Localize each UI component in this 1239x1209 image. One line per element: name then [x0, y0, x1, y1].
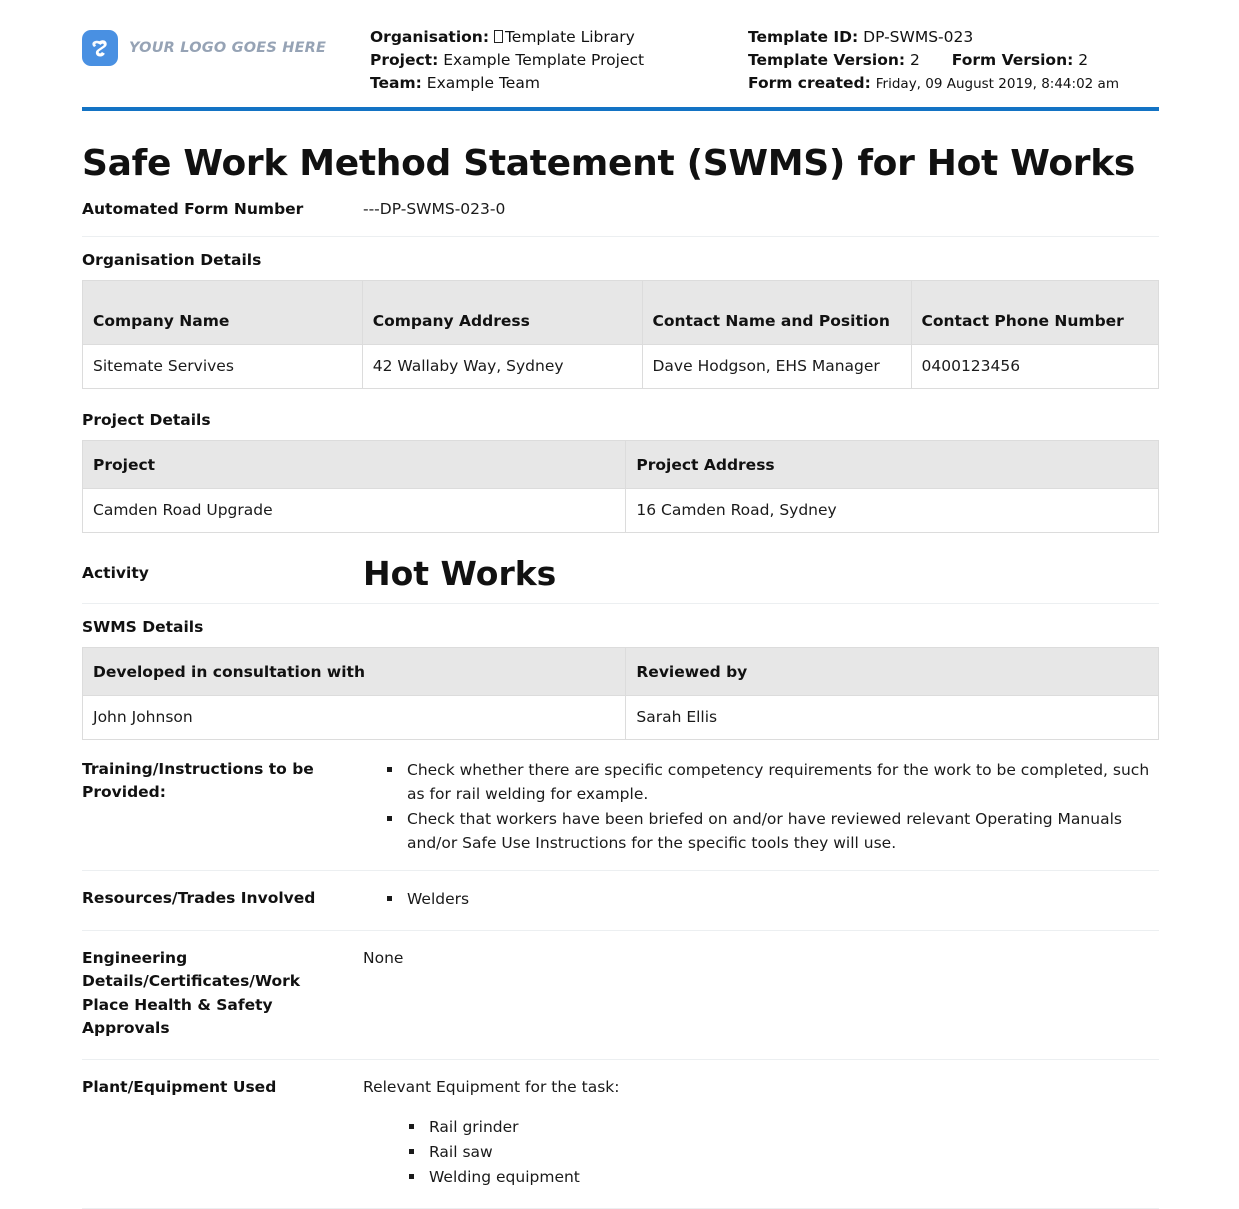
column-header-company-address: Company Address — [361, 279, 643, 345]
form-created-value: Friday, 09 August 2019, 8:44:02 am — [875, 76, 1119, 92]
organisation-details-table: Company Name Company Address Contact Nam… — [82, 279, 1159, 389]
organisation-details-heading: Organisation Details — [82, 250, 262, 269]
training-instructions-value: Check whether there are specific compete… — [363, 758, 1159, 856]
document-header: YOUR LOGO GOES HERE Organisation: Templa… — [0, 0, 1239, 96]
list-item: Check that workers have been briefed on … — [385, 807, 1159, 855]
form-created-label: Form created: — [748, 74, 871, 92]
automated-form-number-label: Automated Form Number — [82, 200, 304, 219]
organisation-label: Organisation: — [370, 28, 490, 46]
column-header-reviewed-by: Reviewed by — [625, 646, 1159, 696]
list-item: Check whether there are specific compete… — [385, 758, 1159, 806]
plant-equipment-value: Relevant Equipment for the task: Rail gr… — [363, 1076, 1159, 1191]
engineering-details-label: Engineering Details/Certificates/Work Pl… — [82, 948, 301, 1038]
team-value: Example Team — [426, 74, 540, 92]
project-value: Example Template Project — [443, 51, 645, 69]
training-instructions-row: Training/Instructions to be Provided: Ch… — [82, 740, 1159, 870]
form-version-label: Form Version: — [951, 51, 1074, 69]
plant-equipment-label: Plant/Equipment Used — [82, 1077, 277, 1096]
template-version-value: 2 — [910, 51, 920, 69]
organisation-value: Template Library — [504, 28, 635, 46]
training-instructions-list: Check whether there are specific compete… — [363, 758, 1159, 855]
cell-contact-name-position: Dave Hodgson, EHS Manager — [641, 343, 912, 389]
cell-reviewed-by: Sarah Ellis — [625, 694, 1159, 740]
automated-form-number-value: ---DP-SWMS-023-0 — [363, 200, 506, 219]
plant-equipment-list: Rail grinder Rail saw Welding equipment — [363, 1115, 1159, 1189]
cell-developed-in-consultation-with: John Johnson — [81, 694, 627, 740]
version-line: Template Version: 2 Form Version: 2 — [748, 49, 1159, 72]
table-row: Sitemate Servives 42 Wallaby Way, Sydney… — [82, 343, 1159, 389]
column-header-project-address: Project Address — [625, 439, 1159, 489]
column-header-project: Project — [81, 439, 627, 489]
project-label: Project: — [370, 51, 439, 69]
activity-row: Activity Hot Works — [82, 553, 1159, 593]
table-row: Camden Road Upgrade 16 Camden Road, Sydn… — [81, 487, 1159, 533]
column-header-company-name: Company Name — [82, 279, 363, 345]
project-details-table: Project Project Address Camden Road Upgr… — [81, 439, 1159, 533]
project-details-heading: Project Details — [82, 410, 211, 429]
swms-details-table: Developed in consultation with Reviewed … — [81, 646, 1159, 740]
form-version-value: 2 — [1078, 51, 1089, 69]
project-line: Project: Example Template Project — [370, 49, 748, 72]
cell-company-address: 42 Wallaby Way, Sydney — [361, 343, 643, 389]
resources-trades-label: Resources/Trades Involved — [82, 888, 316, 907]
team-line: Team: Example Team — [370, 72, 748, 95]
engineering-details-value: None — [363, 948, 404, 967]
list-item: Rail grinder — [407, 1115, 1159, 1139]
header-meta-right: Template ID: DP-SWMS-023 Template Versio… — [748, 26, 1159, 96]
team-label: Team: — [370, 74, 422, 92]
plant-equipment-lead: Relevant Equipment for the task: — [363, 1077, 620, 1096]
resources-trades-value: Welders — [363, 887, 1159, 912]
table-header-row: Developed in consultation with Reviewed … — [81, 646, 1159, 696]
list-item: Welding equipment — [407, 1165, 1159, 1189]
swms-details-heading: SWMS Details — [82, 617, 204, 636]
plant-equipment-row: Plant/Equipment Used Relevant Equipment … — [82, 1060, 1159, 1209]
table-header-row: Company Name Company Address Contact Nam… — [82, 279, 1159, 345]
table-row: John Johnson Sarah Ellis — [81, 694, 1159, 740]
list-item: Rail saw — [407, 1140, 1159, 1164]
template-id-value: DP-SWMS-023 — [863, 28, 974, 46]
engineering-details-row: Engineering Details/Certificates/Work Pl… — [82, 931, 1159, 1059]
cell-company-name: Sitemate Servives — [82, 343, 363, 389]
column-header-contact-name-position: Contact Name and Position — [641, 279, 912, 345]
logo-block: YOUR LOGO GOES HERE — [82, 26, 370, 66]
resources-trades-row: Resources/Trades Involved Welders — [82, 871, 1159, 930]
missing-glyph-icon — [493, 30, 503, 43]
automated-form-number-row: Automated Form Number ---DP-SWMS-023-0 — [82, 184, 1159, 236]
company-logo-icon — [82, 30, 118, 66]
list-item: Welders — [385, 887, 1159, 911]
organisation-line: Organisation: Template Library — [370, 26, 748, 49]
activity-value: Hot Works — [363, 553, 557, 593]
cell-project: Camden Road Upgrade — [81, 487, 627, 533]
training-instructions-label: Training/Instructions to be Provided: — [82, 759, 314, 802]
logo-placeholder-text: YOUR LOGO GOES HERE — [129, 40, 327, 56]
template-id-label: Template ID: — [748, 28, 859, 46]
form-created-line: Form created: Friday, 09 August 2019, 8:… — [748, 72, 1159, 96]
header-accent-rule — [82, 107, 1159, 111]
column-header-contact-phone: Contact Phone Number — [910, 279, 1159, 345]
template-id-line: Template ID: DP-SWMS-023 — [748, 26, 1159, 49]
page-title: Safe Work Method Statement (SWMS) for Ho… — [82, 143, 1135, 184]
document-page: YOUR LOGO GOES HERE Organisation: Templa… — [0, 0, 1239, 1209]
cell-contact-phone: 0400123456 — [910, 343, 1159, 389]
resources-trades-list: Welders — [363, 887, 1159, 911]
header-meta-left: Organisation: Template Library Project: … — [370, 26, 748, 95]
activity-label: Activity — [82, 563, 149, 582]
column-header-developed-in-consultation-with: Developed in consultation with — [81, 646, 627, 696]
template-version-label: Template Version: — [748, 51, 906, 69]
table-header-row: Project Project Address — [81, 439, 1159, 489]
cell-project-address: 16 Camden Road, Sydney — [625, 487, 1159, 533]
